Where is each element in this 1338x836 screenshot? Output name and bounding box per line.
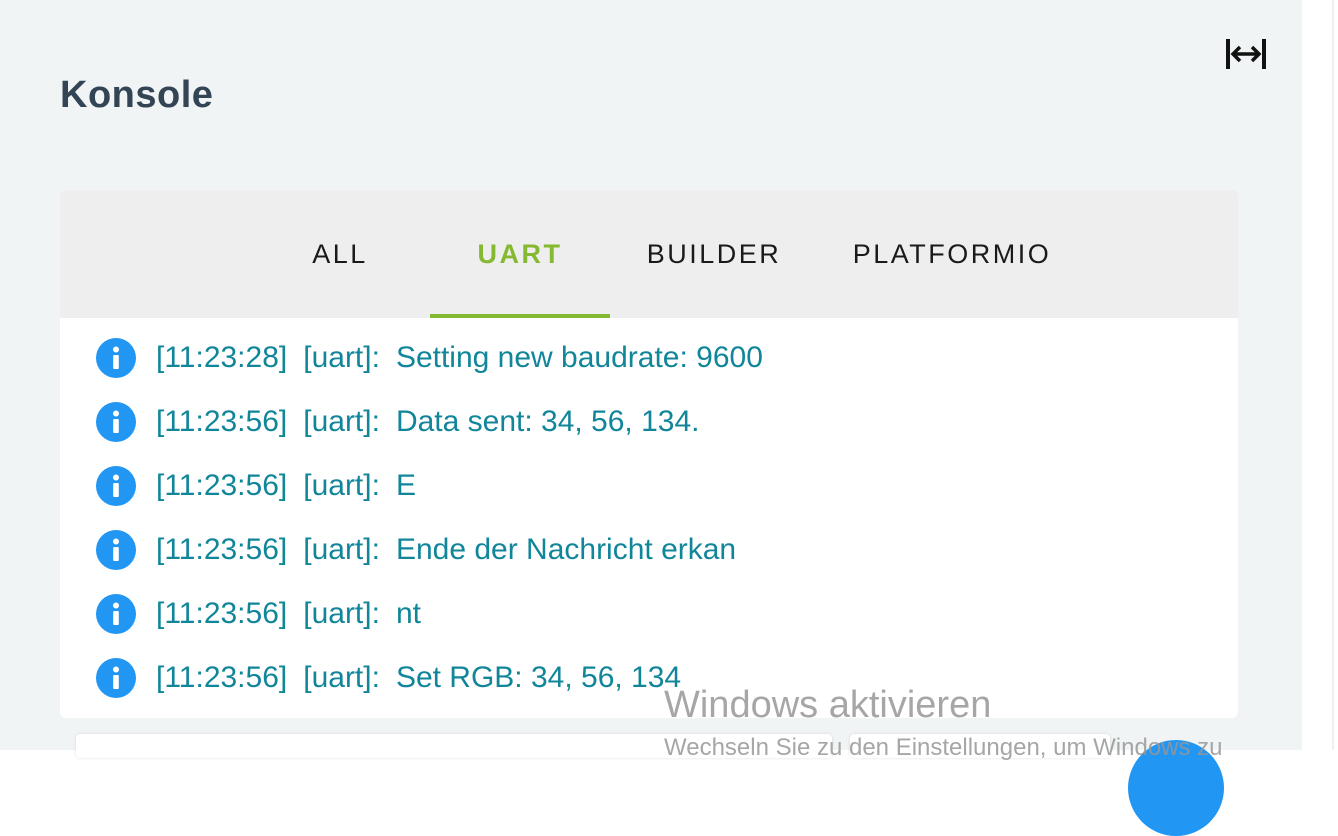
info-icon	[96, 530, 136, 570]
tab-all[interactable]: ALL	[250, 190, 430, 318]
log-message: Data sent: 34, 56, 134.	[395, 405, 700, 438]
log-text: [11:23:56] [uart]: Set RGB: 34, 56, 134	[156, 661, 697, 695]
expand-width-button[interactable]	[1222, 34, 1270, 74]
console-tabs: ALL UART BUILDER PLATFORMIO	[60, 190, 1238, 318]
log-row: [11:23:56] [uart]: E	[60, 454, 1238, 518]
log-time: [11:23:56]	[156, 597, 288, 630]
log-text: [11:23:56] [uart]: Data sent: 34, 56, 134.	[156, 405, 715, 439]
log-time: [11:23:56]	[156, 533, 288, 566]
log-time: [11:23:56]	[156, 661, 288, 694]
log-time: [11:23:28]	[156, 341, 288, 374]
log-text: [11:23:56] [uart]: Ende der Nachricht erka…	[156, 533, 752, 567]
log-message: nt	[395, 597, 421, 630]
log-source: [uart]:	[303, 341, 380, 374]
log-source: [uart]:	[303, 597, 380, 630]
log-message: Set RGB: 34, 56, 134	[395, 661, 682, 694]
info-icon	[96, 466, 136, 506]
info-icon	[96, 594, 136, 634]
log-text: [11:23:56] [uart]: E	[156, 469, 432, 503]
log-row: [11:23:56] [uart]: Data sent: 34, 56, 134.	[60, 390, 1238, 454]
log-message: E	[395, 469, 416, 502]
log-text: [11:23:56] [uart]: nt	[156, 597, 437, 631]
log-source: [uart]:	[303, 405, 380, 438]
log-source: [uart]:	[303, 469, 380, 502]
info-icon	[96, 402, 136, 442]
scroll-gutter	[1302, 0, 1338, 750]
log-row: [11:23:28] [uart]: Setting new baudrate: 9…	[60, 326, 1238, 390]
log-source: [uart]:	[303, 661, 380, 694]
bottom-card-secondary	[850, 734, 1110, 758]
log-row: [11:23:56] [uart]: Ende der Nachricht erka…	[60, 518, 1238, 582]
log-time: [11:23:56]	[156, 405, 288, 438]
page-title: Konsole	[60, 74, 214, 116]
bottom-card	[76, 734, 832, 758]
log-list[interactable]: [11:23:28] [uart]: Setting new baudrate: 9…	[60, 318, 1238, 718]
tab-platformio[interactable]: PLATFORMIO	[840, 190, 1064, 318]
log-message: Setting new baudrate: 9600	[395, 341, 763, 374]
log-source: [uart]:	[303, 533, 380, 566]
divider	[1332, 0, 1334, 750]
floating-action-button[interactable]	[1128, 740, 1224, 836]
log-text: [11:23:28] [uart]: Setting new baudrate: 9…	[156, 341, 779, 375]
console-panel: Konsole ALL UART BUILDER PLATFORMIO [11:…	[0, 0, 1302, 836]
info-icon	[96, 338, 136, 378]
tab-uart[interactable]: UART	[430, 190, 610, 318]
tab-builder[interactable]: BUILDER	[630, 190, 798, 318]
log-time: [11:23:56]	[156, 469, 288, 502]
log-row: [11:23:56] [uart]: Set RGB: 34, 56, 134	[60, 646, 1238, 710]
info-icon	[96, 658, 136, 698]
log-row: [11:23:56] [uart]: nt	[60, 582, 1238, 646]
expand-horizontal-icon	[1226, 39, 1266, 69]
log-message: Ende der Nachricht erkan	[395, 533, 737, 566]
